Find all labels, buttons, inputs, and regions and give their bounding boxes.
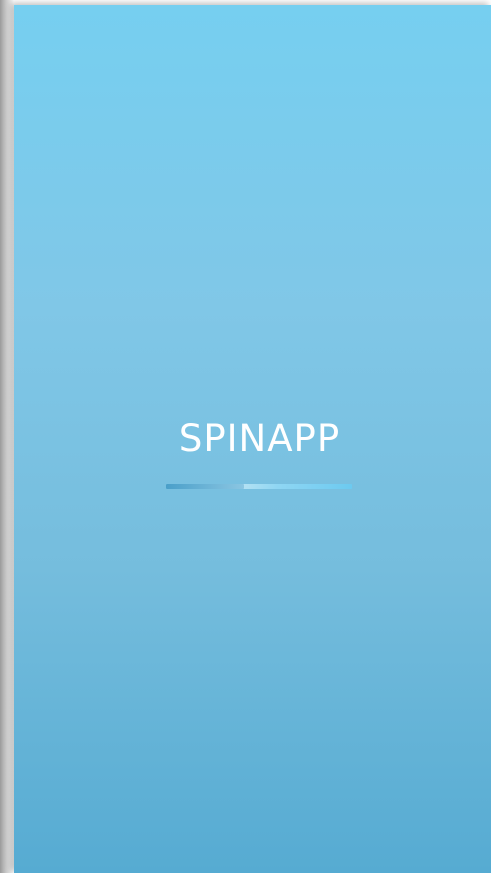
loading-progress-bar xyxy=(166,484,352,489)
loading-progress-fill xyxy=(166,484,245,489)
app-title: SPINAPP xyxy=(178,417,341,460)
